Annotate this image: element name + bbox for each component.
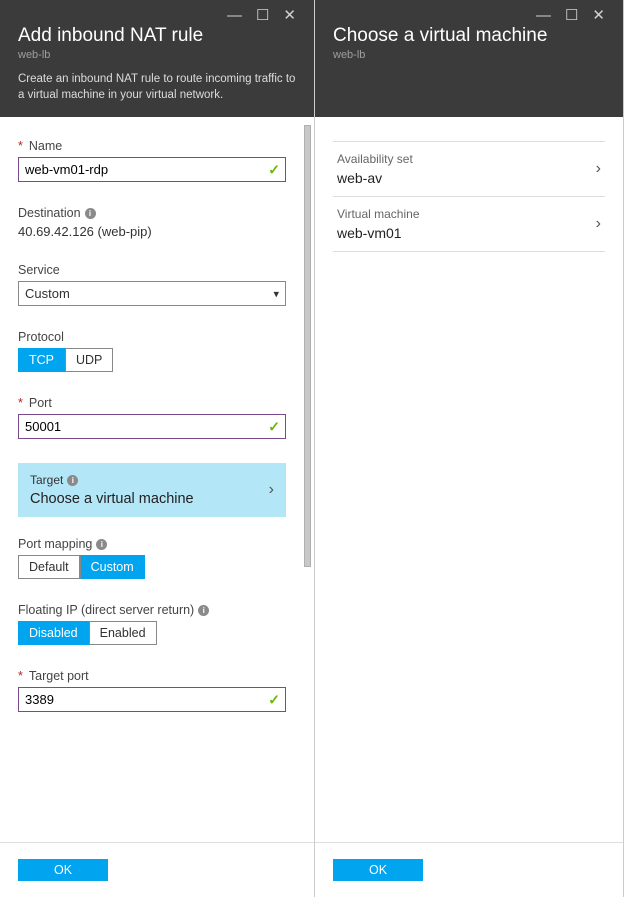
floating-ip-disabled[interactable]: Disabled	[18, 621, 89, 645]
row-availability-set[interactable]: Availability set web-av ›	[333, 141, 605, 197]
label-floating-ip: Floating IP (direct server return)i	[18, 603, 286, 617]
value-availability-set: web-av	[337, 170, 413, 186]
left-title: Add inbound NAT rule	[18, 25, 296, 47]
left-window-controls: — ☐ ✕	[18, 8, 296, 23]
left-description: Create an inbound NAT rule to route inco…	[18, 71, 296, 103]
minimize-icon[interactable]: —	[536, 8, 551, 23]
protocol-option-tcp[interactable]: TCP	[18, 348, 65, 372]
label-virtual-machine: Virtual machine	[337, 207, 420, 221]
ok-button[interactable]: OK	[18, 859, 108, 881]
left-footer: OK	[0, 842, 314, 897]
maximize-icon[interactable]: ☐	[256, 8, 269, 23]
floating-ip-toggle: Disabled Enabled	[18, 621, 286, 645]
ok-button[interactable]: OK	[333, 859, 423, 881]
label-name: *Name	[18, 139, 286, 153]
target-selector[interactable]: Targeti Choose a virtual machine ›	[18, 463, 286, 517]
label-availability-set: Availability set	[337, 152, 413, 166]
label-port: *Port	[18, 396, 286, 410]
protocol-option-udp[interactable]: UDP	[65, 348, 113, 372]
label-protocol: Protocol	[18, 330, 286, 344]
port-mapping-custom[interactable]: Custom	[80, 555, 145, 579]
floating-ip-enabled[interactable]: Enabled	[89, 621, 157, 645]
blade-add-inbound-nat-rule: — ☐ ✕ Add inbound NAT rule web-lb Create…	[0, 0, 315, 897]
valid-check-icon: ✓	[268, 161, 280, 178]
right-footer: OK	[315, 842, 623, 897]
scrollbar-thumb[interactable]	[304, 125, 311, 567]
label-destination: Destinationi	[18, 206, 286, 220]
service-select[interactable]: Custom ▾	[18, 281, 286, 306]
chevron-down-icon: ▾	[273, 287, 279, 300]
right-content-inner: Availability set web-av › Virtual machin…	[315, 117, 623, 276]
info-icon[interactable]: i	[85, 208, 96, 219]
close-icon[interactable]: ✕	[283, 8, 296, 23]
scrollbar[interactable]	[304, 123, 314, 836]
info-icon[interactable]: i	[67, 475, 78, 486]
field-destination: Destinationi 40.69.42.126 (web-pip)	[18, 206, 286, 239]
left-content: *Name ✓ Destinationi 40.69.42.126 (web-p…	[0, 117, 314, 842]
valid-check-icon: ✓	[268, 691, 280, 708]
left-subtitle: web-lb	[18, 49, 296, 61]
label-port-mapping: Port mappingi	[18, 537, 286, 551]
field-target-port: *Target port ✓	[18, 669, 286, 712]
info-icon[interactable]: i	[198, 605, 209, 616]
destination-value: 40.69.42.126 (web-pip)	[18, 224, 286, 239]
right-window-controls: — ☐ ✕	[333, 8, 605, 23]
field-name: *Name ✓	[18, 139, 286, 182]
port-input[interactable]	[18, 414, 286, 439]
field-port-mapping: Port mappingi Default Custom	[18, 537, 286, 579]
name-input[interactable]	[18, 157, 286, 182]
minimize-icon[interactable]: —	[227, 8, 242, 23]
left-scroll: *Name ✓ Destinationi 40.69.42.126 (web-p…	[0, 117, 314, 842]
chevron-right-icon: ›	[596, 160, 601, 178]
port-mapping-default[interactable]: Default	[18, 555, 80, 579]
info-icon[interactable]: i	[96, 539, 107, 550]
row-virtual-machine[interactable]: Virtual machine web-vm01 ›	[333, 197, 605, 252]
maximize-icon[interactable]: ☐	[565, 8, 578, 23]
blade-choose-virtual-machine: — ☐ ✕ Choose a virtual machine web-lb Cr…	[315, 0, 624, 897]
right-header: — ☐ ✕ Choose a virtual machine web-lb Cr…	[315, 0, 623, 117]
target-port-input[interactable]	[18, 687, 286, 712]
field-protocol: Protocol TCP UDP	[18, 330, 286, 372]
value-virtual-machine: web-vm01	[337, 225, 420, 241]
field-floating-ip: Floating IP (direct server return)i Disa…	[18, 603, 286, 645]
port-mapping-toggle: Default Custom	[18, 555, 286, 579]
label-service: Service	[18, 263, 286, 277]
field-port: *Port ✓	[18, 396, 286, 439]
valid-check-icon: ✓	[268, 418, 280, 435]
chevron-right-icon: ›	[596, 215, 601, 233]
protocol-toggle: TCP UDP	[18, 348, 286, 372]
label-target-port: *Target port	[18, 669, 286, 683]
close-icon[interactable]: ✕	[592, 8, 605, 23]
chevron-right-icon: ›	[269, 481, 274, 499]
label-target: Targeti	[30, 473, 194, 487]
field-service: Service Custom ▾	[18, 263, 286, 306]
field-target: Targeti Choose a virtual machine ›	[18, 463, 286, 517]
target-value: Choose a virtual machine	[30, 491, 194, 507]
left-header: — ☐ ✕ Add inbound NAT rule web-lb Create…	[0, 0, 314, 117]
right-content: Availability set web-av › Virtual machin…	[315, 117, 623, 842]
right-title: Choose a virtual machine	[333, 25, 605, 47]
right-subtitle: web-lb	[333, 49, 605, 61]
service-select-value: Custom	[25, 286, 70, 301]
